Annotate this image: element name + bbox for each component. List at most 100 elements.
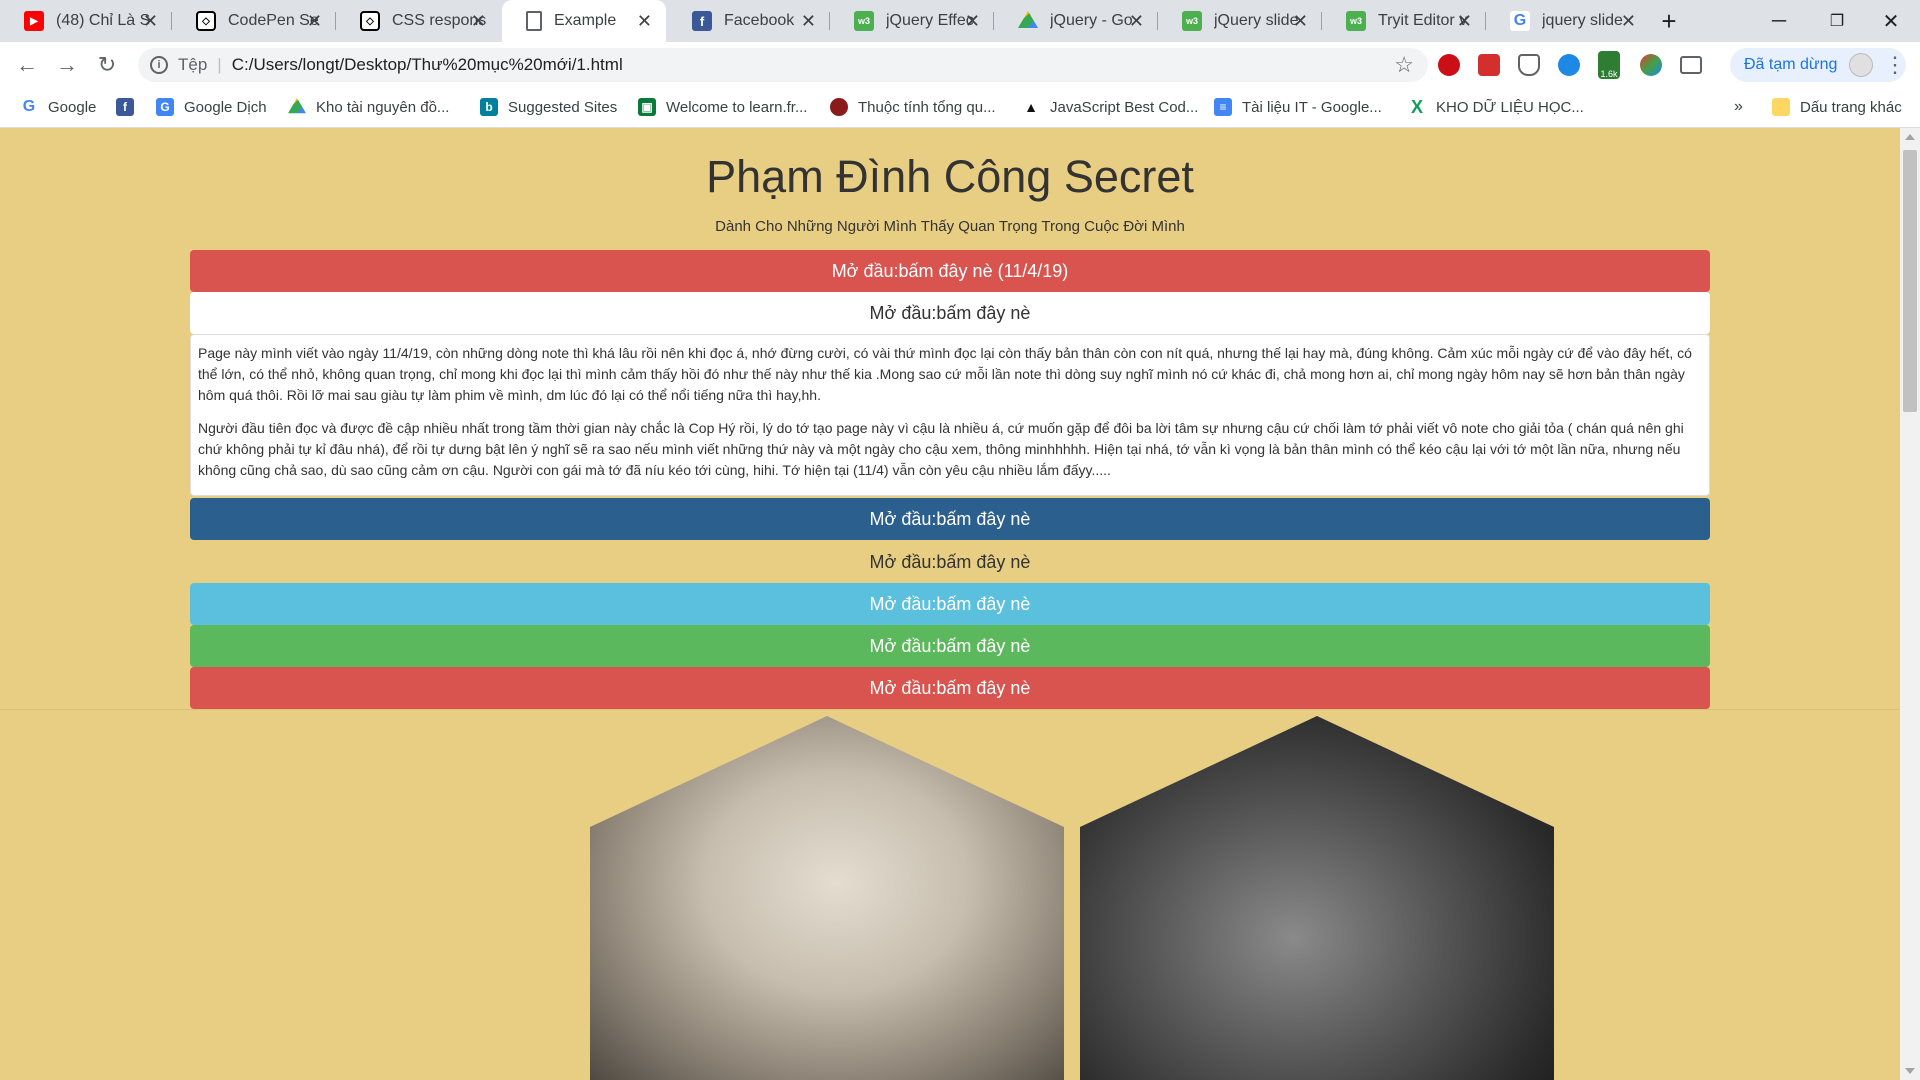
accordion-button-4[interactable]: Mở đầu:bấm đây nè	[190, 541, 1710, 583]
bookmark-drive-resources[interactable]: Kho tài nguyên đồ...	[288, 98, 449, 116]
javascript-icon: ▲	[1022, 98, 1040, 116]
bookmark-label: Thuộc tính tổng qu...	[858, 98, 996, 116]
bookmark-label: Google	[48, 98, 97, 116]
bookmark-facebook[interactable]: f	[116, 98, 144, 116]
bookmark-learn[interactable]: ▣ Welcome to learn.fr...	[638, 98, 807, 116]
bookmark-google-translate[interactable]: G Google Dịch	[156, 98, 267, 116]
x-icon: X	[1408, 97, 1426, 117]
accordion-button-6[interactable]: Mở đầu:bấm đây nè	[190, 625, 1710, 667]
accordion-button-3[interactable]: Mở đầu:bấm đây nè	[190, 498, 1710, 540]
google-drive-icon	[288, 98, 306, 114]
tab-youtube[interactable]: ▶ (48) Chỉ Là S ✕	[0, 0, 172, 42]
w3schools-icon: w3	[1346, 11, 1366, 31]
profile-button[interactable]: Đã tạm dừng	[1730, 48, 1906, 82]
tab-css-responsive[interactable]: ◇ CSS respons ✕	[336, 0, 500, 42]
panel-paragraph: Người đầu tiên đọc và được đề cập nhiều …	[198, 420, 1684, 478]
close-icon[interactable]: ✕	[1293, 11, 1308, 32]
minimize-button[interactable]: ─	[1750, 0, 1808, 42]
bookmark-suggested-sites[interactable]: b Suggested Sites	[480, 98, 617, 116]
bookmark-label: Welcome to learn.fr...	[666, 98, 808, 116]
tab-jquery-drive[interactable]: jQuery - Go ✕	[994, 0, 1158, 42]
facebook-icon: f	[692, 11, 712, 31]
close-window-button[interactable]: ✕	[1862, 0, 1920, 42]
profile-status: Đã tạm dừng	[1744, 56, 1838, 73]
bookmark-google[interactable]: G Google	[20, 98, 96, 116]
tab-facebook[interactable]: f Facebook ✕	[668, 0, 830, 42]
google-icon: G	[1510, 11, 1530, 31]
codepen-icon: ◇	[360, 11, 380, 31]
site-icon	[830, 98, 848, 116]
extension-color-icon[interactable]	[1640, 54, 1662, 76]
w3schools-icon: w3	[1182, 11, 1202, 31]
tab-example[interactable]: Example ✕	[502, 0, 666, 42]
pocket-icon[interactable]	[1518, 54, 1540, 76]
google-drive-icon	[1018, 11, 1038, 28]
bing-icon: b	[480, 98, 498, 116]
close-icon[interactable]: ✕	[965, 11, 980, 32]
scrollbar-thumb[interactable]	[1903, 150, 1917, 412]
tab-strip: ▶ (48) Chỉ Là S ✕ ◇ CodePen Se ✕ ◇ CSS r…	[0, 0, 1920, 42]
bookmark-data-warehouse[interactable]: X KHO DỮ LIỆU HỌC...	[1408, 97, 1584, 117]
forward-button[interactable]: →	[52, 50, 82, 80]
section-divider	[0, 709, 1900, 710]
bookmarks-overflow-button[interactable]: »	[1734, 98, 1743, 116]
page-title: Phạm Đình Công Secret	[706, 151, 1194, 202]
accordion-button-5[interactable]: Mở đầu:bấm đây nè	[190, 583, 1710, 625]
address-divider: |	[217, 55, 222, 74]
tab-tryit-editor[interactable]: w3 Tryit Editor v ✕	[1322, 0, 1486, 42]
reload-button[interactable]: ↻	[92, 50, 122, 80]
back-button[interactable]: ←	[12, 50, 42, 80]
accordion-button-7[interactable]: Mở đầu:bấm đây nè	[190, 667, 1710, 709]
close-icon[interactable]: ✕	[801, 11, 816, 32]
bookmark-label: Suggested Sites	[508, 98, 618, 116]
document-icon	[526, 11, 542, 31]
panel-paragraph: Page này mình viết vào ngày 11/4/19, còn…	[198, 345, 1692, 403]
bookmark-label: JavaScript Best Cod...	[1050, 98, 1199, 116]
close-icon[interactable]: ✕	[471, 11, 486, 32]
accordion-panel: Page này mình viết vào ngày 11/4/19, còn…	[190, 334, 1710, 496]
close-icon[interactable]: ✕	[637, 11, 652, 32]
extension-counter-icon[interactable]: 1.6k	[1598, 51, 1620, 79]
accordion-button-1[interactable]: Mở đầu:bấm đây nè (11/4/19)	[190, 250, 1710, 292]
bookmark-properties[interactable]: Thuộc tính tổng qu...	[830, 98, 996, 116]
youtube-icon: ▶	[24, 11, 44, 31]
address-url[interactable]: C:/Users/longt/Desktop/Thư%20mục%20mới/1…	[232, 55, 623, 75]
scroll-down-arrow[interactable]	[1905, 1068, 1915, 1074]
cast-icon[interactable]	[1680, 56, 1702, 74]
codepen-icon: ◇	[196, 11, 216, 31]
close-icon[interactable]: ✕	[307, 11, 322, 32]
info-icon[interactable]: i	[150, 56, 168, 74]
opera-extension-icon[interactable]	[1438, 54, 1460, 76]
w3schools-icon: w3	[854, 11, 874, 31]
bookmarks-bar: G Google f G Google Dịch Kho tài nguyên …	[0, 88, 1920, 128]
close-icon[interactable]: ✕	[1457, 11, 1472, 32]
tab-codepen-search[interactable]: ◇ CodePen Se ✕	[172, 0, 336, 42]
bookmark-label: Dấu trang khác	[1800, 98, 1902, 116]
avatar	[1849, 53, 1874, 77]
page-content: Phạm Đình Công Secret Dành Cho Những Ngư…	[0, 128, 1900, 1080]
close-icon[interactable]: ✕	[1621, 11, 1636, 32]
scrollbar[interactable]	[1900, 128, 1920, 1080]
extension-red-icon[interactable]	[1478, 54, 1500, 76]
bookmark-javascript[interactable]: ▲ JavaScript Best Cod...	[1022, 98, 1198, 116]
bookmark-label: Tài liệu IT - Google...	[1242, 98, 1382, 116]
close-icon[interactable]: ✕	[143, 11, 158, 32]
tab-google-search[interactable]: G jquery slide ✕	[1486, 0, 1650, 42]
new-tab-button[interactable]: +	[1640, 0, 1698, 42]
restore-button[interactable]: ❐	[1808, 0, 1866, 42]
menu-icon[interactable]: ⋮	[1884, 52, 1906, 78]
google-docs-icon: ≡	[1214, 98, 1232, 116]
scroll-up-arrow[interactable]	[1905, 134, 1915, 140]
bookmark-star-icon[interactable]: ☆	[1394, 52, 1414, 78]
close-icon[interactable]: ✕	[1129, 11, 1144, 32]
bookmark-it-docs[interactable]: ≡ Tài liệu IT - Google...	[1214, 98, 1382, 116]
accordion-button-2[interactable]: Mở đầu:bấm đây nè	[190, 292, 1710, 334]
other-bookmarks-folder[interactable]: Dấu trang khác	[1772, 98, 1902, 116]
page-subtitle: Dành Cho Những Người Mình Thấy Quan Trọn…	[715, 218, 1185, 235]
address-bar[interactable]: i Tệp | C:/Users/longt/Desktop/Thư%20mục…	[138, 48, 1428, 82]
google-translate-icon: G	[156, 98, 174, 116]
tab-jquery-slide[interactable]: w3 jQuery slide ✕	[1158, 0, 1322, 42]
extension-blue-icon[interactable]	[1558, 54, 1580, 76]
learn-icon: ▣	[638, 98, 656, 116]
tab-jquery-effects[interactable]: w3 jQuery Effec ✕	[830, 0, 994, 42]
